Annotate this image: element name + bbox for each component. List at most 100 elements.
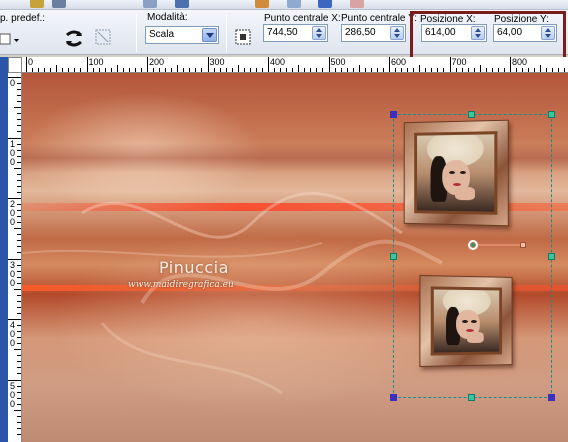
- ruler-minor-tick: [110, 68, 112, 72]
- ruler-minor-tick: [17, 234, 21, 236]
- ruler-minor-tick: [68, 68, 70, 72]
- top-handle[interactable]: [468, 111, 475, 118]
- ruler-major-tick: [328, 57, 330, 72]
- pivot-icon[interactable]: [466, 238, 480, 252]
- ruler-minor-tick: [17, 294, 21, 296]
- ruler-minor-tick: [74, 68, 76, 72]
- ruler-minor-tick: [376, 68, 378, 72]
- ruler-minor-tick: [17, 282, 21, 284]
- center-y-spinner[interactable]: [390, 26, 404, 40]
- ruler-label: 300: [209, 57, 225, 67]
- ruler-minor-tick: [316, 68, 318, 72]
- ruler-minor-tick: [17, 216, 21, 218]
- ruler-minor-tick: [364, 68, 366, 72]
- ruler-minor-tick: [503, 68, 505, 72]
- ruler-minor-tick: [17, 270, 21, 272]
- ruler-minor-tick: [17, 155, 21, 157]
- ruler-minor-tick: [17, 276, 21, 278]
- ruler-minor-tick: [522, 68, 524, 72]
- rotation-handle[interactable]: [520, 242, 526, 248]
- ruler-minor-tick: [17, 433, 21, 435]
- ruler-minor-tick: [98, 68, 100, 72]
- ruler-label: 700: [451, 57, 467, 67]
- ruler-minor-tick: [382, 68, 384, 72]
- ruler-minor-tick: [213, 68, 215, 72]
- ruler-minor-tick: [17, 89, 21, 91]
- preset-icon: [0, 33, 19, 45]
- ruler-minor-tick: [558, 68, 560, 72]
- ruler-minor-tick: [352, 68, 354, 72]
- center-target-icon: [235, 29, 251, 45]
- toolbar-icon[interactable]: [143, 0, 157, 8]
- preset-dropdown[interactable]: [0, 30, 22, 52]
- ruler-label: 800: [512, 57, 528, 67]
- ruler-minor-tick: [401, 68, 403, 72]
- bottom-left-handle[interactable]: [390, 394, 397, 401]
- ruler-minor-tick: [38, 68, 40, 72]
- center-x-input[interactable]: 744,50: [263, 24, 328, 42]
- toolbar-icon[interactable]: [350, 0, 364, 8]
- top-left-handle[interactable]: [390, 111, 397, 118]
- horizontal-ruler: 0 100 200 300 400 500 600 700 800: [22, 57, 568, 73]
- ruler-minor-tick: [280, 68, 282, 72]
- ruler-minor-tick: [134, 68, 136, 72]
- image-canvas[interactable]: Pinuccia www.maidiregrafica.eu: [22, 73, 568, 442]
- reset-grid-icon: [95, 29, 111, 45]
- ruler-label: 2 0 0: [9, 199, 15, 227]
- ruler-minor-tick: [17, 421, 21, 423]
- ruler-minor-tick: [419, 65, 421, 72]
- ruler-minor-tick: [564, 68, 566, 72]
- ruler-minor-tick: [443, 68, 445, 72]
- ruler-minor-tick: [249, 68, 251, 72]
- center-button[interactable]: [233, 27, 255, 49]
- ruler-minor-tick: [340, 68, 342, 72]
- ruler-minor-tick: [431, 68, 433, 72]
- ruler-minor-tick: [17, 119, 21, 121]
- ruler-minor-tick: [50, 68, 52, 72]
- center-x-spinner[interactable]: [312, 26, 326, 40]
- ruler-minor-tick: [14, 167, 21, 169]
- center-y-input[interactable]: 286,50: [341, 24, 406, 42]
- ruler-minor-tick: [546, 68, 548, 72]
- ruler-minor-tick: [17, 397, 21, 399]
- ruler-major-tick: [207, 57, 209, 72]
- ruler-minor-tick: [14, 349, 21, 351]
- right-handle[interactable]: [548, 253, 555, 260]
- chevron-down-icon[interactable]: [202, 28, 217, 42]
- ruler-minor-tick: [479, 65, 481, 72]
- ruler-minor-tick: [467, 68, 469, 72]
- ruler-minor-tick: [237, 65, 239, 72]
- ruler-minor-tick: [17, 325, 21, 327]
- help-icon[interactable]: [318, 0, 332, 8]
- ruler-minor-tick: [17, 222, 21, 224]
- window-edge: [0, 57, 8, 442]
- ruler-minor-tick: [17, 246, 21, 248]
- folder-icon[interactable]: [30, 0, 44, 8]
- top-right-handle[interactable]: [548, 111, 555, 118]
- left-handle[interactable]: [390, 253, 397, 260]
- deform-selection-box[interactable]: [393, 114, 552, 398]
- ruler-minor-tick: [17, 83, 21, 85]
- bottom-right-handle[interactable]: [548, 394, 555, 401]
- ruler-label: 400: [270, 57, 286, 67]
- flip-button[interactable]: [63, 27, 85, 49]
- ruler-minor-tick: [17, 252, 21, 254]
- toolbar-icon[interactable]: [255, 0, 269, 8]
- ruler-minor-tick: [334, 68, 336, 72]
- vertical-ruler: 0 1 0 0 2 0 0 3 0 0 4 0 0 5 0 0: [8, 73, 22, 442]
- ruler-minor-tick: [292, 68, 294, 72]
- ruler-minor-tick: [171, 68, 173, 72]
- bottom-handle[interactable]: [468, 394, 475, 401]
- toolbar-icon[interactable]: [52, 0, 66, 8]
- toolbar-separator: [226, 14, 227, 52]
- ruler-minor-tick: [534, 68, 536, 72]
- ruler-minor-tick: [17, 312, 21, 314]
- ruler-minor-tick: [17, 385, 21, 387]
- toolbar-icon[interactable]: [175, 0, 189, 8]
- ruler-minor-tick: [17, 300, 21, 302]
- mode-select[interactable]: Scala: [145, 26, 219, 44]
- reset-button[interactable]: [93, 27, 115, 49]
- toolbar-icon[interactable]: [287, 0, 301, 8]
- ruler-minor-tick: [425, 68, 427, 72]
- tool-options-bar: p. predef.: Modalità: Scala Punto centra…: [0, 10, 568, 61]
